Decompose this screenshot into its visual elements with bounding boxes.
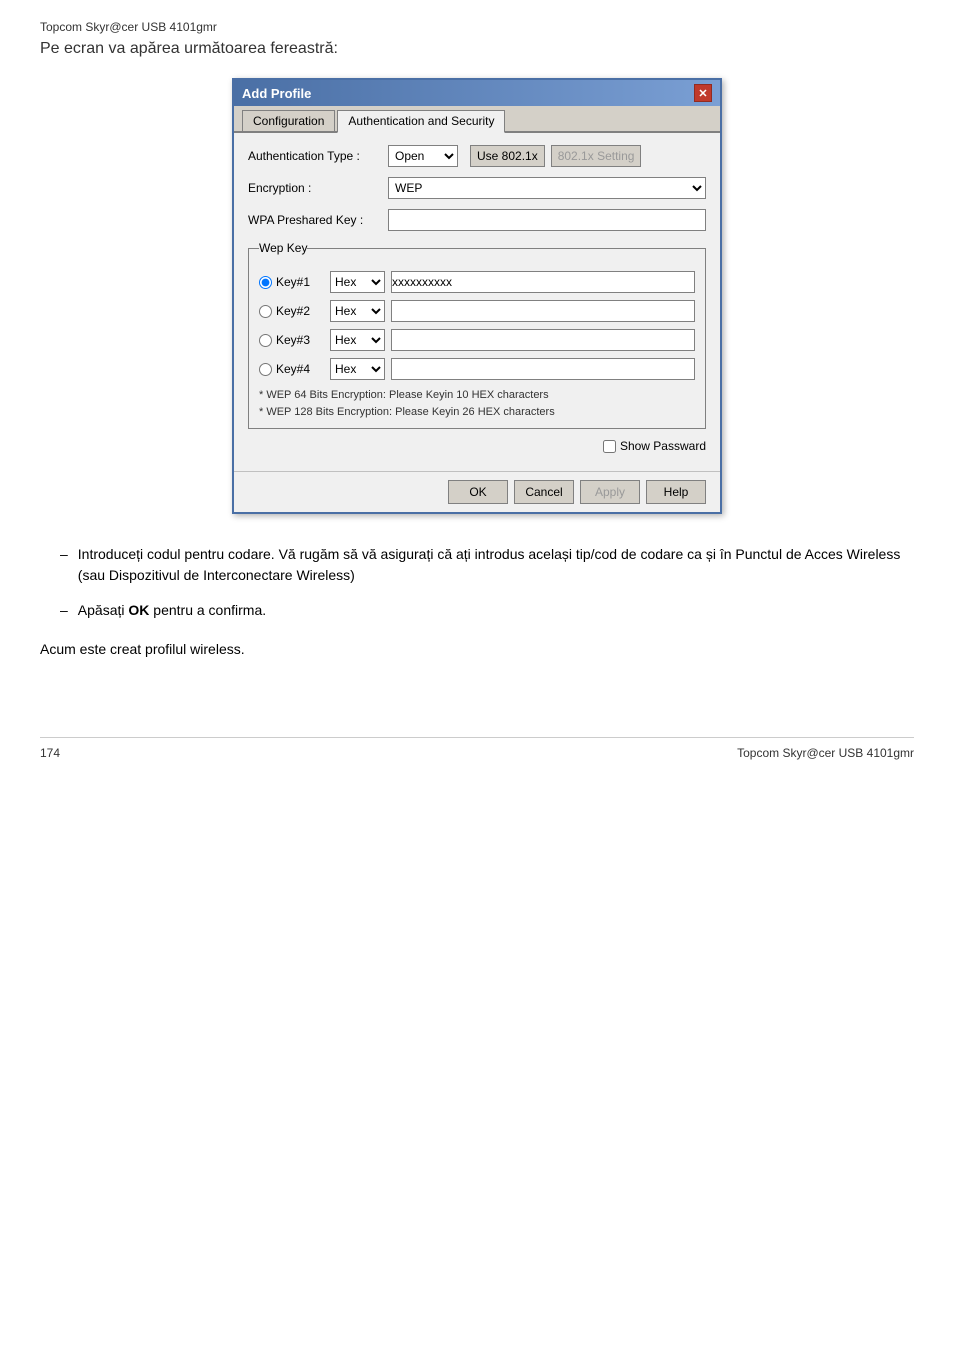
key2-label: Key#2 — [276, 304, 310, 318]
tab-authentication-security[interactable]: Authentication and Security — [337, 110, 505, 133]
key3-radio-label[interactable]: Key#3 — [259, 333, 324, 347]
apply-button[interactable]: Apply — [580, 480, 640, 504]
encryption-select[interactable]: WEP None TKIP — [388, 177, 706, 199]
key3-label: Key#3 — [276, 333, 310, 347]
key1-radio-label[interactable]: Key#1 — [259, 275, 324, 289]
show-password-label[interactable]: Show Passward — [620, 439, 706, 453]
page-number: 174 — [40, 746, 60, 760]
dialog-titlebar: Add Profile ✕ — [234, 80, 720, 106]
dash-2: – — [60, 600, 68, 621]
list-item-2: – Apăsați OK pentru a confirma. — [60, 600, 914, 621]
802-setting-button[interactable]: 802.1x Setting — [551, 145, 642, 167]
close-button[interactable]: ✕ — [694, 84, 712, 102]
help-button[interactable]: Help — [646, 480, 706, 504]
show-password-checkbox[interactable] — [603, 440, 616, 453]
key4-type-select[interactable]: Hex ASCII — [330, 358, 385, 380]
key3-input[interactable] — [391, 329, 695, 351]
auth-type-controls: Open Shared WPA Use 802.1x 802.1x Settin… — [388, 145, 706, 167]
key2-row: Key#2 Hex ASCII — [259, 300, 695, 322]
key1-input[interactable] — [391, 271, 695, 293]
encryption-row: Encryption : WEP None TKIP — [248, 177, 706, 199]
dialog-wrapper: Add Profile ✕ Configuration Authenticati… — [40, 78, 914, 514]
bullet-text-1: Introduceți codul pentru codare. Vă rugă… — [78, 544, 914, 586]
key2-radio-label[interactable]: Key#2 — [259, 304, 324, 318]
auth-type-select[interactable]: Open Shared WPA — [388, 145, 458, 167]
key4-input[interactable] — [391, 358, 695, 380]
page-header-small: Topcom Skyr@cer USB 4101gmr — [40, 20, 914, 34]
list-item-1: – Introduceți codul pentru codare. Vă ru… — [60, 544, 914, 586]
hint1: * WEP 64 Bits Encryption: Please Keyin 1… — [259, 387, 695, 404]
hint-text: * WEP 64 Bits Encryption: Please Keyin 1… — [259, 387, 695, 420]
encryption-label: Encryption : — [248, 181, 388, 195]
footer-note: Acum este creat profilul wireless. — [40, 641, 914, 657]
tab-configuration[interactable]: Configuration — [242, 110, 335, 131]
auth-type-label: Authentication Type : — [248, 149, 388, 163]
footer-right-text: Topcom Skyr@cer USB 4101gmr — [737, 746, 914, 760]
show-password-row: Show Passward — [248, 439, 706, 453]
bullet-list: – Introduceți codul pentru codare. Vă ru… — [60, 544, 914, 621]
key3-type-select[interactable]: Hex ASCII — [330, 329, 385, 351]
wep-key-group: Wep Key Key#1 Hex ASCII — [248, 241, 706, 429]
key1-type-select[interactable]: Hex ASCII — [330, 271, 385, 293]
bullet-text-2: Apăsați OK pentru a confirma. — [78, 600, 266, 621]
dash-1: – — [60, 544, 68, 586]
use-802-button[interactable]: Use 802.1x — [470, 145, 545, 167]
key1-radio[interactable] — [259, 276, 272, 289]
key3-radio[interactable] — [259, 334, 272, 347]
wpa-row: WPA Preshared Key : — [248, 209, 706, 231]
encryption-controls: WEP None TKIP — [388, 177, 706, 199]
add-profile-dialog: Add Profile ✕ Configuration Authenticati… — [232, 78, 722, 514]
dialog-tabs: Configuration Authentication and Securit… — [234, 106, 720, 133]
cancel-button[interactable]: Cancel — [514, 480, 574, 504]
key4-label: Key#4 — [276, 362, 310, 376]
dialog-buttons: OK Cancel Apply Help — [234, 471, 720, 512]
ok-button[interactable]: OK — [448, 480, 508, 504]
auth-type-row: Authentication Type : Open Shared WPA Us… — [248, 145, 706, 167]
key1-label: Key#1 — [276, 275, 310, 289]
key2-type-select[interactable]: Hex ASCII — [330, 300, 385, 322]
key3-row: Key#3 Hex ASCII — [259, 329, 695, 351]
key2-radio[interactable] — [259, 305, 272, 318]
key4-row: Key#4 Hex ASCII — [259, 358, 695, 380]
hint2: * WEP 128 Bits Encryption: Please Keyin … — [259, 404, 695, 421]
key2-input[interactable] — [391, 300, 695, 322]
wpa-label: WPA Preshared Key : — [248, 213, 388, 227]
wep-group-legend: Wep Key — [259, 241, 307, 255]
dialog-content: Authentication Type : Open Shared WPA Us… — [234, 133, 720, 471]
key1-row: Key#1 Hex ASCII — [259, 271, 695, 293]
key4-radio-label[interactable]: Key#4 — [259, 362, 324, 376]
page-footer: 174 Topcom Skyr@cer USB 4101gmr — [40, 737, 914, 760]
key4-radio[interactable] — [259, 363, 272, 376]
page-header-large: Pe ecran va apărea următoarea fereastră: — [40, 40, 914, 58]
dialog-title: Add Profile — [242, 86, 311, 101]
wpa-input[interactable] — [388, 209, 706, 231]
